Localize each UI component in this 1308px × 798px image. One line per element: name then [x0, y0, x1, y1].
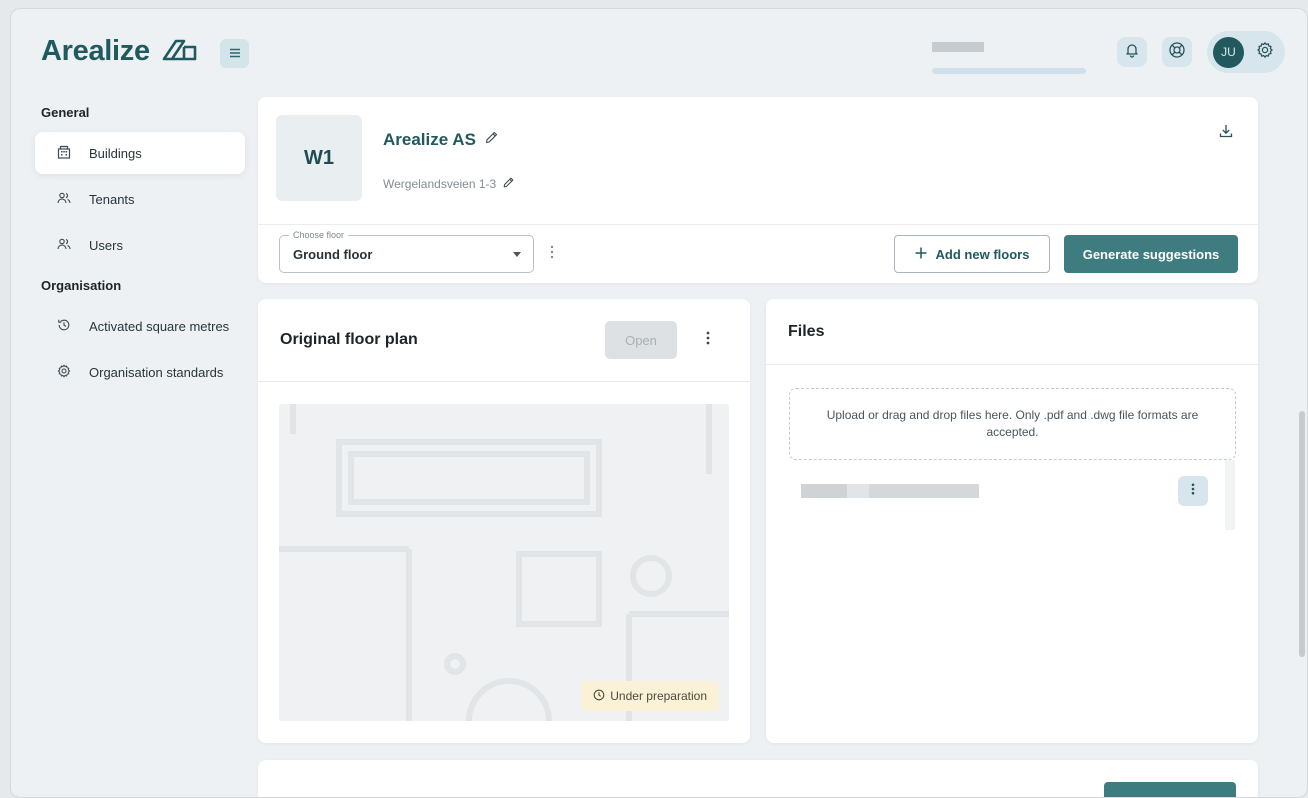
- more-vertical-icon: [1191, 482, 1195, 500]
- more-vertical-icon: [706, 331, 710, 349]
- sidebar-item-label: Users: [89, 237, 123, 253]
- sidebar-item-activated-square-metres[interactable]: Activated square metres: [35, 305, 245, 347]
- sidebar-item-users[interactable]: Users: [35, 224, 245, 266]
- download-icon: [1218, 125, 1234, 143]
- building-address-text: Wergelandsveien 1-3: [383, 177, 497, 191]
- bell-icon: [1124, 42, 1140, 63]
- floor-plan-title: Original floor plan: [280, 331, 418, 348]
- more-vertical-icon: [550, 245, 554, 263]
- people-icon: [57, 237, 71, 254]
- divider: [258, 224, 1258, 225]
- sidebar: General Buildings Tenants Users Organisa…: [35, 105, 245, 397]
- caret-down-icon: [513, 252, 521, 257]
- menu-icon: [229, 45, 241, 63]
- gear-icon[interactable]: [1256, 41, 1274, 64]
- file-more-options-button[interactable]: [1178, 476, 1208, 506]
- app-window: Arealize JU General Buildings Tenants Us…: [10, 8, 1308, 798]
- floor-select-label: Choose floor: [289, 230, 349, 240]
- building-icon: [57, 145, 71, 162]
- status-badge-label: Under preparation: [610, 689, 707, 703]
- sidebar-item-buildings[interactable]: Buildings: [35, 132, 245, 174]
- sidebar-item-tenants[interactable]: Tenants: [35, 178, 245, 220]
- floor-more-options-button[interactable]: [550, 245, 554, 264]
- logo-house-icon: [162, 37, 198, 66]
- floor-select[interactable]: Choose floor Ground floor: [279, 230, 534, 273]
- sidebar-item-label: Activated square metres: [89, 318, 230, 334]
- divider: [766, 364, 1258, 365]
- people-icon: [57, 191, 71, 208]
- clock-icon: [593, 689, 605, 704]
- user-info-redacted: [932, 37, 1088, 74]
- file-list-scroll-track: [1225, 460, 1235, 530]
- logo-text: Arealize: [41, 35, 150, 67]
- building-thumbnail: W1: [276, 115, 362, 201]
- history-icon: [57, 318, 71, 335]
- floor-plan-card: Original floor plan Open Under preparati…: [258, 299, 750, 743]
- building-header-card: W1 Arealize AS Wergelandsveien 1-3 Choos…: [258, 97, 1258, 283]
- sidebar-item-organisation-standards[interactable]: Organisation standards: [35, 351, 245, 393]
- menu-toggle-button[interactable]: [220, 39, 249, 68]
- edit-address-pencil-icon[interactable]: [502, 176, 515, 192]
- edit-name-pencil-icon[interactable]: [484, 130, 499, 150]
- floor-plan-more-options-button[interactable]: [706, 331, 710, 350]
- open-floor-plan-button[interactable]: Open: [605, 321, 677, 359]
- building-name-text: Arealize AS: [383, 130, 476, 149]
- floor-select-value: Ground floor: [293, 247, 373, 262]
- plus-icon: [915, 247, 927, 262]
- files-card: Files Upload or drag and drop files here…: [766, 299, 1258, 743]
- add-new-floors-button[interactable]: Add new floors: [894, 235, 1050, 273]
- sidebar-item-label: Buildings: [89, 145, 142, 161]
- account-menu[interactable]: JU: [1207, 31, 1285, 73]
- file-name-redacted[interactable]: [801, 484, 981, 498]
- avatar: JU: [1213, 36, 1244, 68]
- download-button[interactable]: [1218, 123, 1234, 144]
- top-right-actions: JU: [932, 31, 1285, 74]
- lifebuoy-icon: [1168, 41, 1186, 64]
- notifications-button[interactable]: [1117, 37, 1147, 67]
- sidebar-item-label: Tenants: [89, 191, 135, 207]
- add-new-floors-label: Add new floors: [935, 246, 1030, 262]
- files-title: Files: [788, 323, 825, 340]
- sidebar-item-label: Organisation standards: [89, 364, 224, 380]
- cog-icon: [57, 364, 71, 381]
- sidebar-section-general: General: [41, 105, 90, 120]
- floor-plan-drawing: [279, 404, 729, 721]
- building-address: Wergelandsveien 1-3: [383, 176, 515, 192]
- page-scrollbar[interactable]: [1299, 411, 1305, 657]
- status-badge: Under preparation: [581, 681, 719, 711]
- generate-suggestions-button[interactable]: Generate suggestions: [1064, 235, 1238, 273]
- divider: [258, 381, 750, 382]
- sidebar-section-organisation: Organisation: [41, 278, 122, 293]
- file-dropzone[interactable]: Upload or drag and drop files here. Only…: [789, 388, 1236, 460]
- next-section-card: [258, 760, 1258, 797]
- help-button[interactable]: [1162, 37, 1192, 67]
- building-name: Arealize AS: [383, 130, 499, 150]
- floor-plan-preview: Under preparation: [279, 404, 729, 721]
- logo[interactable]: Arealize: [41, 35, 198, 68]
